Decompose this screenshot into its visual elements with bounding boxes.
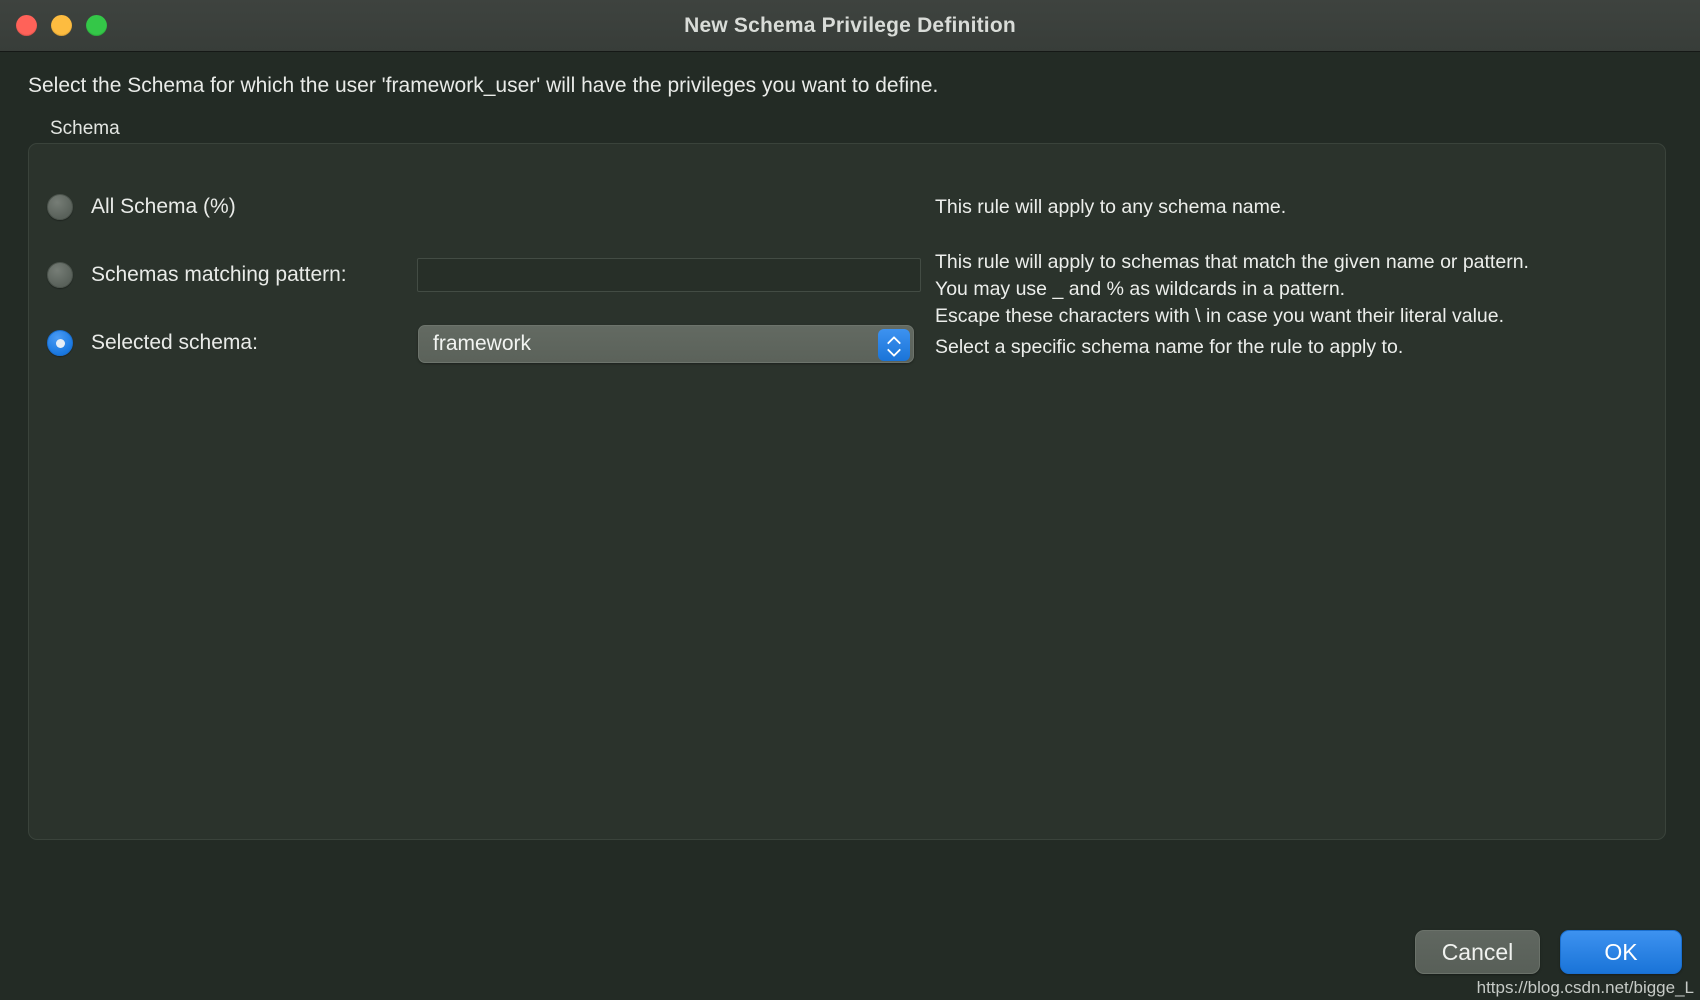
hint-selected-schema: Select a specific schema name for the ru… [935,336,1404,358]
option-row-all-schema[interactable]: All Schema (%) [47,194,236,220]
intro-text: Select the Schema for which the user 'fr… [28,74,939,97]
cancel-button[interactable]: Cancel [1415,930,1540,974]
radio-all-schema[interactable] [47,194,73,220]
radio-selected-schema[interactable] [47,330,73,356]
close-window-button[interactable] [16,15,37,36]
titlebar: New Schema Privilege Definition [0,0,1700,52]
hint-all-schema: This rule will apply to any schema name. [935,196,1287,218]
radio-label-all-schema: All Schema (%) [91,195,236,218]
watermark-text: https://blog.csdn.net/bigge_L [1476,978,1694,997]
dialog-body: Select the Schema for which the user 'fr… [0,52,1700,1000]
radio-label-schemas-matching-pattern: Schemas matching pattern: [91,263,347,286]
option-row-selected-schema[interactable]: Selected schema: [47,330,258,356]
schema-pattern-input[interactable] [417,258,921,292]
option-row-schemas-matching-pattern[interactable]: Schemas matching pattern: [47,262,347,288]
dialog-window: New Schema Privilege Definition Select t… [0,0,1700,1000]
schema-select[interactable]: framework [418,325,914,363]
hint-schemas-matching-pattern: This rule will apply to schemas that mat… [935,251,1529,327]
window-title: New Schema Privilege Definition [684,13,1016,37]
zoom-window-button[interactable] [86,15,107,36]
chevron-up-down-icon[interactable] [878,329,910,361]
window-controls [16,15,107,36]
minimize-window-button[interactable] [51,15,72,36]
chevron-down-icon [888,347,901,354]
schema-group-box: All Schema (%) Schemas matching pattern:… [28,143,1666,840]
schema-group-label: Schema [50,118,120,139]
radio-schemas-matching-pattern[interactable] [47,262,73,288]
ok-button[interactable]: OK [1560,930,1682,974]
radio-label-selected-schema: Selected schema: [91,331,258,354]
dialog-footer: Cancel OK [1415,930,1682,974]
schema-select-value: framework [433,332,532,355]
